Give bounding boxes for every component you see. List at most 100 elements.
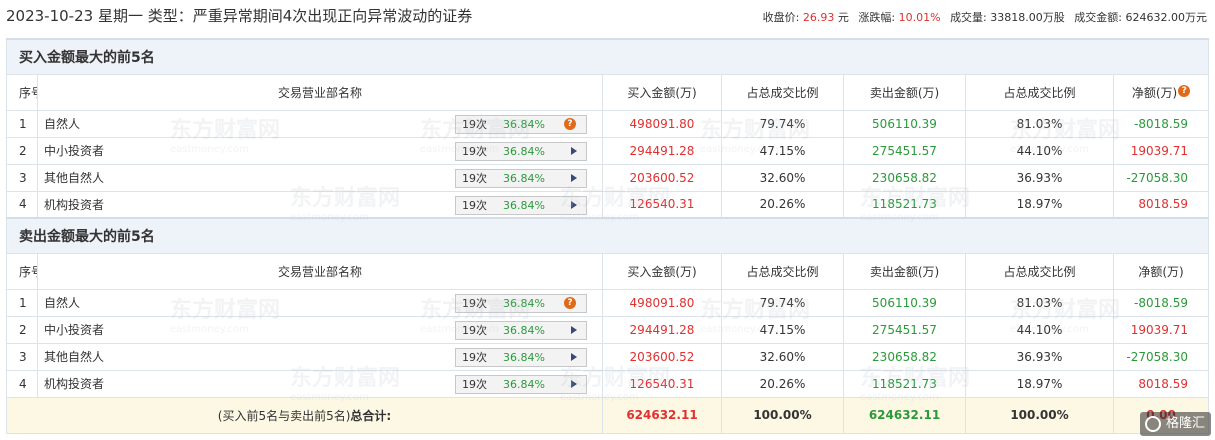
row-index: 2 xyxy=(6,136,38,165)
dept-name: 机构投资者 xyxy=(44,197,105,212)
sell-ratio: 36.93% xyxy=(965,163,1114,192)
help-question-icon[interactable]: ? xyxy=(1178,84,1191,97)
dept-name: 机构投资者 xyxy=(44,377,105,391)
appearance-badge[interactable]: 19次 36.84% xyxy=(455,195,587,215)
sell-ratio: 18.97% xyxy=(965,190,1114,219)
row-index: 1 xyxy=(6,109,38,138)
arrow-right-icon[interactable] xyxy=(571,200,577,209)
col-dept-name: 交易营业部名称 xyxy=(37,73,603,111)
appearance-badge[interactable]: 19次 36.84% xyxy=(455,141,587,161)
close-price-unit: 元 xyxy=(837,11,849,24)
arrow-right-icon[interactable] xyxy=(571,325,577,334)
net-amount: -27058.30 xyxy=(1113,163,1209,192)
table-row: 1 自然人 19次 36.84%? 498091.80 79.74% 506110.39 81… xyxy=(6,109,1209,138)
col-buy-ratio: 占总成交比例 xyxy=(721,252,844,290)
table-row: 2 中小投资者 19次 36.84% 294491.28 47.15% 275451.57 4… xyxy=(6,136,1209,165)
arrow-right-icon[interactable] xyxy=(571,146,577,155)
dept-name: 其他自然人 xyxy=(44,171,105,185)
amount-value: 624632.00万元 xyxy=(1125,11,1208,24)
col-buy: 买入金额(万) xyxy=(602,73,722,111)
net-amount: 19039.71 xyxy=(1113,136,1209,165)
section-header: 卖出金额最大的前5名 xyxy=(6,217,1209,254)
buy-ratio: 79.74% xyxy=(721,109,844,138)
col-net-label: 净额(万) xyxy=(1138,264,1184,279)
appearance-badge[interactable]: 19次 36.84% xyxy=(455,168,587,188)
appearance-pct: 36.84% xyxy=(503,171,545,185)
sell-ratio: 44.10% xyxy=(965,136,1114,165)
sell-ratio: 81.03% xyxy=(965,288,1114,317)
appearance-badge[interactable]: 19次 36.84%? xyxy=(455,114,587,134)
total-sell-ratio: 100.00% xyxy=(965,396,1114,434)
buy-ratio: 47.15% xyxy=(721,315,844,344)
col-sell-ratio: 占总成交比例 xyxy=(965,73,1114,111)
dept-name: 中小投资者 xyxy=(44,323,105,337)
total-label-bold: 总合计: xyxy=(350,408,392,423)
buy-ratio: 47.15% xyxy=(721,136,844,165)
appearance-badge[interactable]: 19次 36.84% xyxy=(455,347,587,367)
sell-ratio: 44.10% xyxy=(965,315,1114,344)
appearance-count: 19次 xyxy=(462,377,487,391)
row-index: 3 xyxy=(6,163,38,192)
col-index: 序号 xyxy=(6,252,38,290)
col-buy-ratio: 占总成交比例 xyxy=(721,73,844,111)
appearance-count: 19次 xyxy=(462,117,487,131)
total-row: (买入前5名与卖出前5名)总合计: 624632.11 100.00% 624632.… xyxy=(6,396,1209,434)
appearance-count: 19次 xyxy=(462,144,487,158)
buy-ratio: 32.60% xyxy=(721,342,844,371)
buy-ratio: 79.74% xyxy=(721,288,844,317)
sell-amount: 230658.82 xyxy=(843,163,966,192)
table-row: 2 中小投资者 19次 36.84% 294491.28 47.15% 275451.57 4… xyxy=(6,315,1209,344)
buy-amount: 498091.80 xyxy=(602,109,722,138)
amount-label: 成交金额: xyxy=(1074,11,1122,24)
dept-name-cell: 其他自然人 19次 36.84% xyxy=(37,342,603,371)
dept-name-cell: 其他自然人 19次 36.84% xyxy=(37,163,603,192)
appearance-pct: 36.84% xyxy=(503,198,545,212)
total-buy-ratio: 100.00% xyxy=(721,396,844,434)
stock-summary: 收盘价: 26.93 元 涨跌幅: 10.01% 成交量: 33818.00万股… xyxy=(763,9,1207,25)
appearance-badge[interactable]: 19次 36.84% xyxy=(455,320,587,340)
buy-ratio: 20.26% xyxy=(721,190,844,219)
col-buy: 买入金额(万) xyxy=(602,252,722,290)
buy-amount: 498091.80 xyxy=(602,288,722,317)
volume-label: 成交量: xyxy=(950,11,987,24)
close-price-label: 收盘价: xyxy=(762,11,800,24)
buy-amount: 126540.31 xyxy=(602,369,722,398)
dept-name: 中小投资者 xyxy=(44,144,105,158)
page-title: 2023-10-23 星期一 类型：严重异常期间4次出现正向异常波动的证券 xyxy=(6,7,473,25)
appearance-badge[interactable]: 19次 36.84% xyxy=(455,374,587,394)
col-dept-name: 交易营业部名称 xyxy=(37,252,603,290)
col-net: 净额(万) xyxy=(1113,252,1209,290)
section-header: 买入金额最大的前5名 xyxy=(6,38,1209,75)
arrow-right-icon[interactable] xyxy=(571,352,577,361)
table-row: 4 机构投资者 19次 36.84% 126540.31 20.26% 118521.73 1… xyxy=(6,369,1209,398)
sell-amount: 275451.57 xyxy=(843,136,966,165)
appearance-pct: 36.84% xyxy=(503,323,545,337)
sell-amount: 275451.57 xyxy=(843,315,966,344)
sell-ratio: 81.03% xyxy=(965,109,1114,138)
appearance-pct: 36.84% xyxy=(503,377,545,391)
arrow-right-icon[interactable] xyxy=(571,379,577,388)
table-row: 4 机构投资者 19次 36.84% 126540.31 20.26% 118521.73 1… xyxy=(6,190,1209,219)
appearance-pct: 36.84% xyxy=(503,350,545,364)
appearance-badge[interactable]: 19次 36.84%? xyxy=(455,293,587,313)
top-bar: 2023-10-23 星期一 类型：严重异常期间4次出现正向异常波动的证券 收盘… xyxy=(0,0,1215,32)
table-row: 1 自然人 19次 36.84%? 498091.80 79.74% 506110.39 81… xyxy=(6,288,1209,317)
change-value: 10.01% xyxy=(898,11,941,24)
net-amount: -8018.59 xyxy=(1113,109,1209,138)
appearance-pct: 36.84% xyxy=(503,296,545,310)
appearance-count: 19次 xyxy=(462,350,487,364)
appearance-count: 19次 xyxy=(462,323,487,337)
net-amount: 19039.71 xyxy=(1113,315,1209,344)
arrow-right-icon[interactable] xyxy=(571,173,577,182)
row-index: 4 xyxy=(6,369,38,398)
total-label: (买入前5名与卖出前5名)总合计: xyxy=(6,396,603,434)
buy-ratio: 20.26% xyxy=(721,369,844,398)
question-icon[interactable]: ? xyxy=(564,117,576,130)
dept-name-cell: 中小投资者 19次 36.84% xyxy=(37,136,603,165)
table-row: 3 其他自然人 19次 36.84% 203600.52 32.60% 230658.82 3… xyxy=(6,163,1209,192)
col-sell: 卖出金额(万) xyxy=(843,73,966,111)
net-amount: 8018.59 xyxy=(1113,369,1209,398)
corner-logo-text: 格隆汇 xyxy=(1165,416,1205,431)
question-icon[interactable]: ? xyxy=(564,296,576,309)
sell-ratio: 18.97% xyxy=(965,369,1114,398)
